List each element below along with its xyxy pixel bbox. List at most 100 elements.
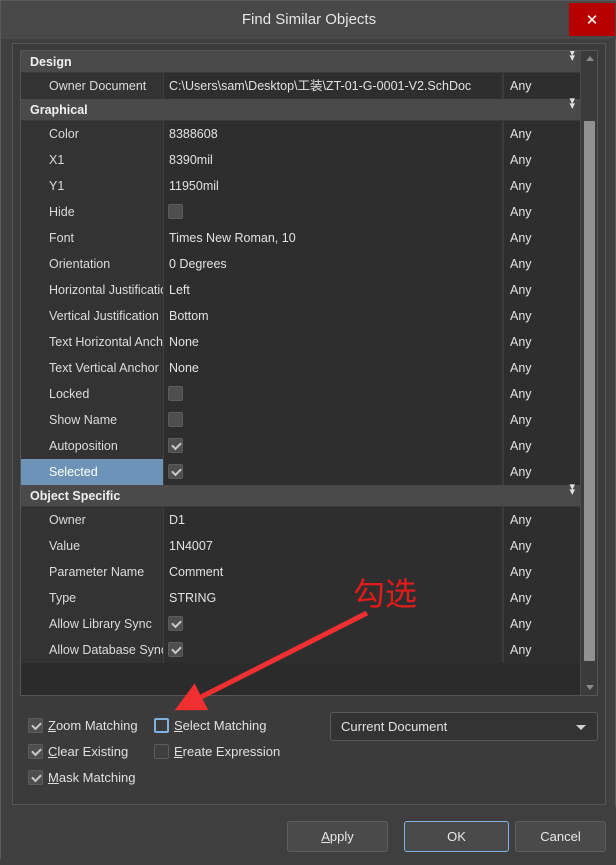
property-row[interactable]: Allow Database SyncAny: [21, 637, 582, 663]
property-value[interactable]: None: [163, 329, 502, 355]
property-label: Owner Document: [21, 73, 163, 99]
property-row[interactable]: Owner DocumentC:\Users\sam\Desktop\工装\ZT…: [21, 73, 582, 99]
property-match-mode[interactable]: Any: [502, 199, 582, 225]
checkbox-clear-existing[interactable]: Clear Existing: [28, 744, 128, 759]
scope-dropdown[interactable]: Current Document: [330, 712, 598, 741]
property-row[interactable]: Y111950milAny: [21, 173, 582, 199]
property-match-mode[interactable]: Any: [502, 585, 582, 611]
close-icon[interactable]: ✕: [569, 3, 615, 36]
checkbox-create-expression[interactable]: Ereate Expression: [154, 744, 280, 759]
mask-matching-checkbox-icon[interactable]: [28, 770, 43, 785]
chevron-double-down-icon[interactable]: ▾▾: [569, 51, 574, 73]
property-label: Horizontal Justification: [21, 277, 163, 303]
property-match-mode[interactable]: Any: [502, 381, 582, 407]
property-value[interactable]: [163, 459, 502, 485]
select-matching-checkbox-icon[interactable]: [154, 718, 169, 733]
scrollbar-thumb[interactable]: [584, 121, 595, 661]
zoom-matching-checkbox-icon[interactable]: [28, 718, 43, 733]
property-row[interactable]: Show NameAny: [21, 407, 582, 433]
property-value[interactable]: 0 Degrees: [163, 251, 502, 277]
property-value[interactable]: 8390mil: [163, 147, 502, 173]
property-match-mode[interactable]: Any: [502, 355, 582, 381]
property-match-mode[interactable]: Any: [502, 329, 582, 355]
property-row[interactable]: Allow Library SyncAny: [21, 611, 582, 637]
section-header[interactable]: Object Specific▾▾: [21, 485, 582, 507]
property-row[interactable]: HideAny: [21, 199, 582, 225]
apply-button[interactable]: Apply: [287, 821, 388, 852]
property-match-mode[interactable]: Any: [502, 611, 582, 637]
property-value[interactable]: [163, 611, 502, 637]
property-value[interactable]: 1N4007: [163, 533, 502, 559]
property-value[interactable]: [163, 407, 502, 433]
checkbox-zoom-matching[interactable]: Zoom Matching: [28, 718, 138, 733]
property-match-mode[interactable]: Any: [502, 251, 582, 277]
checkbox-checked-icon[interactable]: [168, 464, 183, 479]
property-row[interactable]: Color8388608Any: [21, 121, 582, 147]
property-row[interactable]: OwnerD1Any: [21, 507, 582, 533]
section-header[interactable]: Design▾▾: [21, 51, 582, 73]
property-row[interactable]: LockedAny: [21, 381, 582, 407]
property-match-mode[interactable]: Any: [502, 121, 582, 147]
property-list[interactable]: Design▾▾Owner DocumentC:\Users\sam\Deskt…: [20, 50, 598, 696]
checkbox-checked-icon[interactable]: [168, 616, 183, 631]
property-row[interactable]: Text Vertical AnchorNoneAny: [21, 355, 582, 381]
property-value[interactable]: [163, 381, 502, 407]
property-value[interactable]: Times New Roman, 10: [163, 225, 502, 251]
property-match-mode[interactable]: Any: [502, 225, 582, 251]
property-value[interactable]: Comment: [163, 559, 502, 585]
checkbox-checked-icon[interactable]: [168, 642, 183, 657]
property-value[interactable]: [163, 433, 502, 459]
property-row[interactable]: X18390milAny: [21, 147, 582, 173]
property-match-mode[interactable]: Any: [502, 559, 582, 585]
property-row[interactable]: Text Horizontal AnchorNoneAny: [21, 329, 582, 355]
chevron-double-down-icon[interactable]: ▾▾: [569, 485, 574, 507]
property-match-mode[interactable]: Any: [502, 507, 582, 533]
scroll-up-icon[interactable]: [581, 51, 598, 66]
checkbox-select-matching[interactable]: Select Matching: [154, 718, 267, 733]
checkbox-unchecked-icon[interactable]: [168, 204, 183, 219]
property-match-mode[interactable]: Any: [502, 173, 582, 199]
checkbox-checked-icon[interactable]: [168, 438, 183, 453]
property-match-mode[interactable]: Any: [502, 433, 582, 459]
property-value[interactable]: 8388608: [163, 121, 502, 147]
checkbox-unchecked-icon[interactable]: [168, 386, 183, 401]
property-match-mode[interactable]: Any: [502, 303, 582, 329]
property-value[interactable]: Bottom: [163, 303, 502, 329]
property-value[interactable]: C:\Users\sam\Desktop\工装\ZT-01-G-0001-V2.…: [163, 73, 502, 99]
property-row[interactable]: Orientation0 DegreesAny: [21, 251, 582, 277]
property-match-mode[interactable]: Any: [502, 407, 582, 433]
property-row[interactable]: Horizontal JustificationLeftAny: [21, 277, 582, 303]
property-match-mode[interactable]: Any: [502, 637, 582, 663]
section-header[interactable]: Graphical▾▾: [21, 99, 582, 121]
property-row[interactable]: TypeSTRINGAny: [21, 585, 582, 611]
scroll-down-icon[interactable]: [581, 680, 598, 695]
property-list-scrollbar[interactable]: [580, 51, 597, 695]
property-match-mode[interactable]: Any: [502, 147, 582, 173]
property-row[interactable]: Vertical JustificationBottomAny: [21, 303, 582, 329]
property-row[interactable]: Parameter NameCommentAny: [21, 559, 582, 585]
property-value[interactable]: 11950mil: [163, 173, 502, 199]
property-value[interactable]: [163, 199, 502, 225]
cancel-button[interactable]: Cancel: [515, 821, 606, 852]
property-value[interactable]: [163, 637, 502, 663]
chevron-double-down-icon[interactable]: ▾▾: [569, 99, 574, 121]
property-value[interactable]: D1: [163, 507, 502, 533]
create-expression-checkbox-icon[interactable]: [154, 744, 169, 759]
checkbox-unchecked-icon[interactable]: [168, 412, 183, 427]
property-label: X1: [21, 147, 163, 173]
ok-button[interactable]: OK: [404, 821, 509, 852]
checkbox-mask-matching[interactable]: Mask Matching: [28, 770, 135, 785]
property-row[interactable]: SelectedAny: [21, 459, 582, 485]
property-row[interactable]: FontTimes New Roman, 10Any: [21, 225, 582, 251]
title-bar: Find Similar Objects ✕: [1, 1, 616, 39]
property-value[interactable]: None: [163, 355, 502, 381]
property-label: Value: [21, 533, 163, 559]
property-value[interactable]: STRING: [163, 585, 502, 611]
property-value[interactable]: Left: [163, 277, 502, 303]
property-label: Parameter Name: [21, 559, 163, 585]
clear-existing-checkbox-icon[interactable]: [28, 744, 43, 759]
property-match-mode[interactable]: Any: [502, 533, 582, 559]
property-match-mode[interactable]: Any: [502, 277, 582, 303]
property-row[interactable]: AutopositionAny: [21, 433, 582, 459]
property-row[interactable]: Value1N4007Any: [21, 533, 582, 559]
